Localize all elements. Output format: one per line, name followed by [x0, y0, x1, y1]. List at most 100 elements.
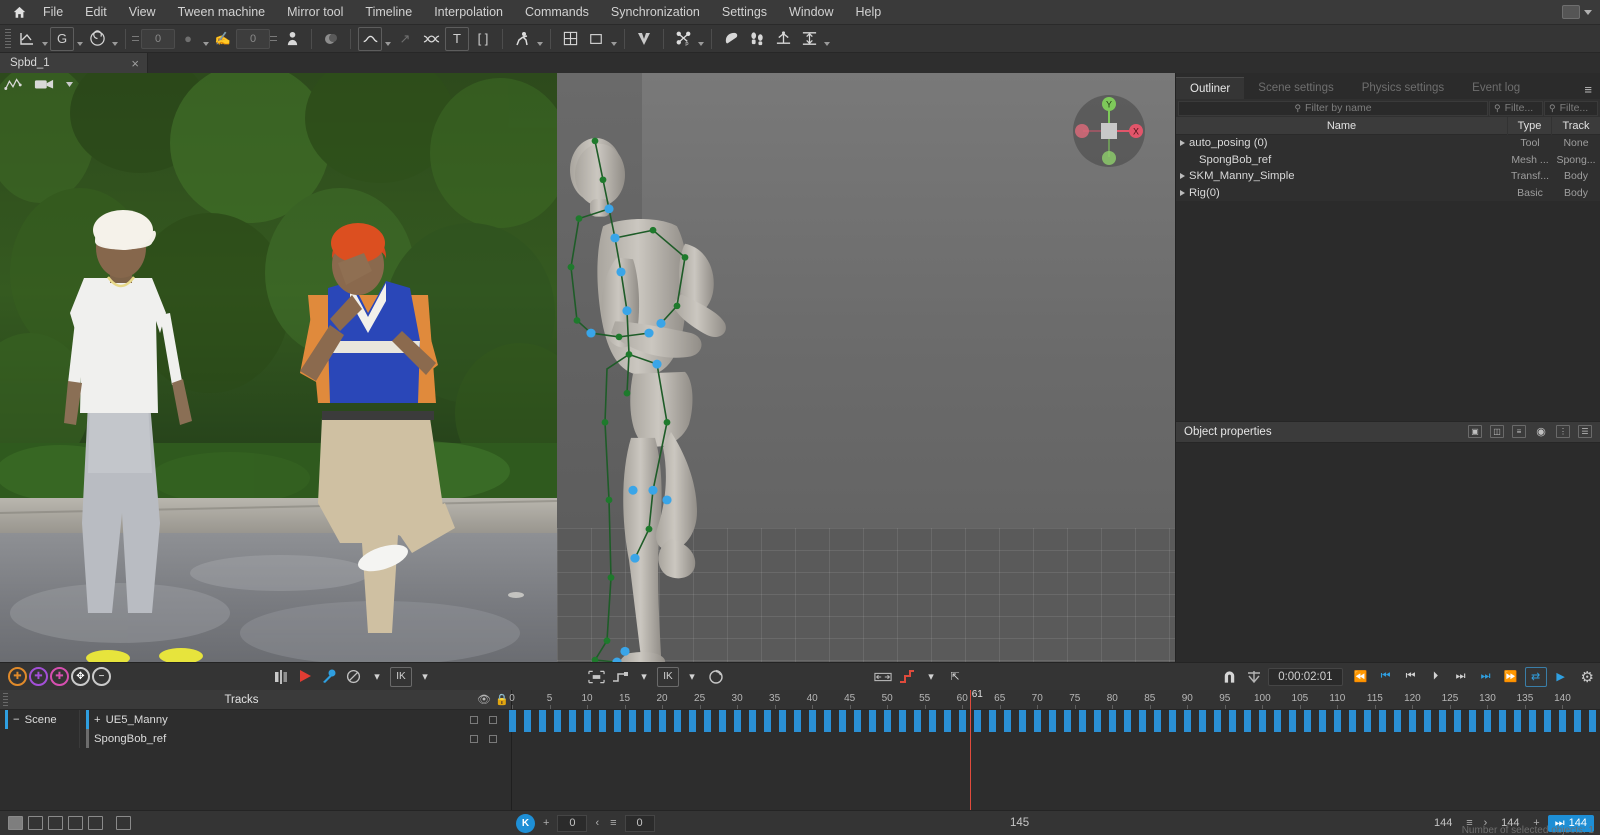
keyframe-marker[interactable] [1334, 710, 1342, 732]
keyframe-marker[interactable] [1169, 710, 1177, 732]
prev-arrow-icon[interactable]: ‹ [592, 817, 602, 829]
ghost-icon[interactable] [319, 27, 343, 51]
object-properties-body[interactable] [1176, 442, 1600, 662]
delete-keyframe-icon[interactable]: ✚ [50, 667, 69, 686]
play-marker-icon[interactable] [294, 667, 316, 687]
column-header-name[interactable]: Name [1176, 116, 1508, 135]
interpolation-icon[interactable] [419, 27, 443, 51]
physics-bake-icon[interactable]: p [671, 27, 695, 51]
keyframe-marker[interactable] [509, 710, 516, 732]
remove-frame-icon[interactable]: − [92, 667, 111, 686]
axis-tool-dropdown[interactable] [40, 27, 49, 51]
key-field-1[interactable]: 0 [557, 814, 588, 832]
physics-bake-dropdown[interactable] [696, 27, 705, 51]
keyframe-marker[interactable] [1499, 710, 1507, 732]
menu-edit[interactable]: Edit [74, 0, 118, 25]
path-dropdown-icon[interactable]: ▾ [633, 667, 655, 687]
global-coords-icon[interactable]: G [50, 26, 74, 51]
ik-mode-icon[interactable]: IK [657, 666, 679, 687]
outliner-row-spongbob-ref[interactable]: SpongBob_ref Mesh ... Spong... [1176, 152, 1600, 169]
range-icon[interactable] [872, 667, 894, 687]
key-field-2[interactable]: 0 [624, 814, 655, 832]
chevron-down-icon[interactable] [1584, 9, 1592, 15]
angle-value-field[interactable]: 0 [236, 28, 270, 49]
keyframe-marker[interactable] [1484, 710, 1492, 732]
anchor-icon[interactable] [1243, 667, 1265, 687]
trajectory-text-icon[interactable]: T [445, 26, 469, 51]
keyframe-marker[interactable] [1529, 710, 1537, 732]
keyframe-marker[interactable] [974, 710, 982, 732]
key-list-icon[interactable]: ≡ [607, 817, 619, 829]
timecode-display[interactable]: 0:00:02:01 [1268, 667, 1343, 686]
filter-by-name-input[interactable]: ⚲ Filter by name [1178, 100, 1488, 116]
tween-dropdown[interactable] [383, 27, 392, 51]
outliner-row-auto-posing[interactable]: auto_posing (0) Tool None [1176, 135, 1600, 152]
add-key-icon[interactable]: + [540, 817, 552, 829]
keyframe-marker[interactable] [869, 710, 877, 732]
keyframe-marker[interactable] [1124, 710, 1132, 732]
outliner-row-skm-manny-simple[interactable]: SKM_Manny_Simple Transf... Body [1176, 168, 1600, 185]
panel-menu-icon[interactable]: ≡ [1584, 82, 1592, 97]
keyframe-marker[interactable] [734, 710, 742, 732]
layout-2-icon[interactable] [28, 816, 43, 830]
disable-icon[interactable] [342, 667, 364, 687]
keyframe-marker[interactable] [1409, 710, 1417, 732]
key-badge-icon[interactable]: K [516, 813, 535, 833]
timeline-ruler[interactable]: 0 5 10 15 20 25 30 35 40 45 50 55 60 65 70 75 80 85 90 95 10… [509, 690, 1600, 710]
axis-tool-icon[interactable] [15, 27, 39, 51]
menu-help[interactable]: Help [845, 0, 893, 25]
ghost-frames-icon[interactable]: ✥ [71, 667, 90, 686]
vee-marker-icon[interactable] [632, 27, 656, 51]
tween-curve-icon[interactable] [358, 26, 382, 51]
keyframe-marker[interactable] [1154, 710, 1162, 732]
keyframe-marker[interactable] [1229, 710, 1237, 732]
keyframe-marker[interactable] [1034, 710, 1042, 732]
keyframe-marker[interactable] [1259, 710, 1267, 732]
keyframe-marker[interactable] [944, 710, 952, 732]
disable-dropdown-icon[interactable]: ▾ [366, 667, 388, 687]
range-start-value[interactable]: 144 [1428, 815, 1458, 832]
menu-timeline[interactable]: Timeline [354, 0, 423, 25]
loop-icon[interactable]: ⇄ [1524, 666, 1547, 687]
keyframe-marker[interactable] [1094, 710, 1102, 732]
scene-toggle[interactable]: − [13, 714, 20, 726]
track-visibility-checkbox[interactable] [470, 715, 478, 724]
keyframe-marker[interactable] [1214, 710, 1222, 732]
lock-icon[interactable]: ☰ [1578, 425, 1592, 438]
menu-mirror-tool[interactable]: Mirror tool [276, 0, 354, 25]
character-snap-icon[interactable] [280, 27, 304, 51]
toolbar-grip[interactable] [5, 28, 11, 49]
step-interp-icon[interactable] [896, 667, 918, 687]
keyframe-marker[interactable] [794, 710, 802, 732]
keyframe-marker[interactable] [1244, 710, 1252, 732]
list-view-icon[interactable]: ≡ [1512, 425, 1526, 438]
keyframe-marker[interactable] [1049, 710, 1057, 732]
keyframe-marker[interactable] [1514, 710, 1522, 732]
keyframe-marker[interactable] [1184, 710, 1192, 732]
keyframe-marker[interactable] [1544, 710, 1552, 732]
box-select-icon[interactable] [584, 27, 608, 51]
rotation-snap-dropdown[interactable] [201, 27, 210, 51]
keyframe-marker[interactable] [809, 710, 817, 732]
keyframe-marker[interactable] [824, 710, 832, 732]
mirror-pose-icon[interactable] [270, 667, 292, 687]
tab-physics-settings[interactable]: Physics settings [1347, 77, 1459, 99]
keyframe-marker[interactable] [584, 710, 592, 732]
column-header-type[interactable]: Type [1508, 116, 1552, 135]
home-icon[interactable] [6, 0, 32, 25]
stretch-limits-icon[interactable] [797, 27, 821, 51]
record-play-icon[interactable]: ▶ [1550, 667, 1572, 687]
ik-toggle-icon[interactable]: IK [390, 666, 412, 687]
keyframe-marker[interactable] [1289, 710, 1297, 732]
menu-settings[interactable]: Settings [711, 0, 778, 25]
menu-commands[interactable]: Commands [514, 0, 600, 25]
keyframe-marker[interactable] [989, 710, 997, 732]
track-name-cell-2[interactable]: SpongBob_ref [80, 729, 470, 748]
keyframe-marker[interactable] [1454, 710, 1462, 732]
keyframe-marker[interactable] [1394, 710, 1402, 732]
gear-icon[interactable]: ⚙ [1581, 668, 1594, 686]
camera-icon[interactable] [34, 77, 54, 91]
physics-icon[interactable] [705, 667, 727, 687]
keyframe-marker[interactable] [1559, 710, 1567, 732]
expand-triangle-icon-4[interactable] [1180, 189, 1185, 196]
